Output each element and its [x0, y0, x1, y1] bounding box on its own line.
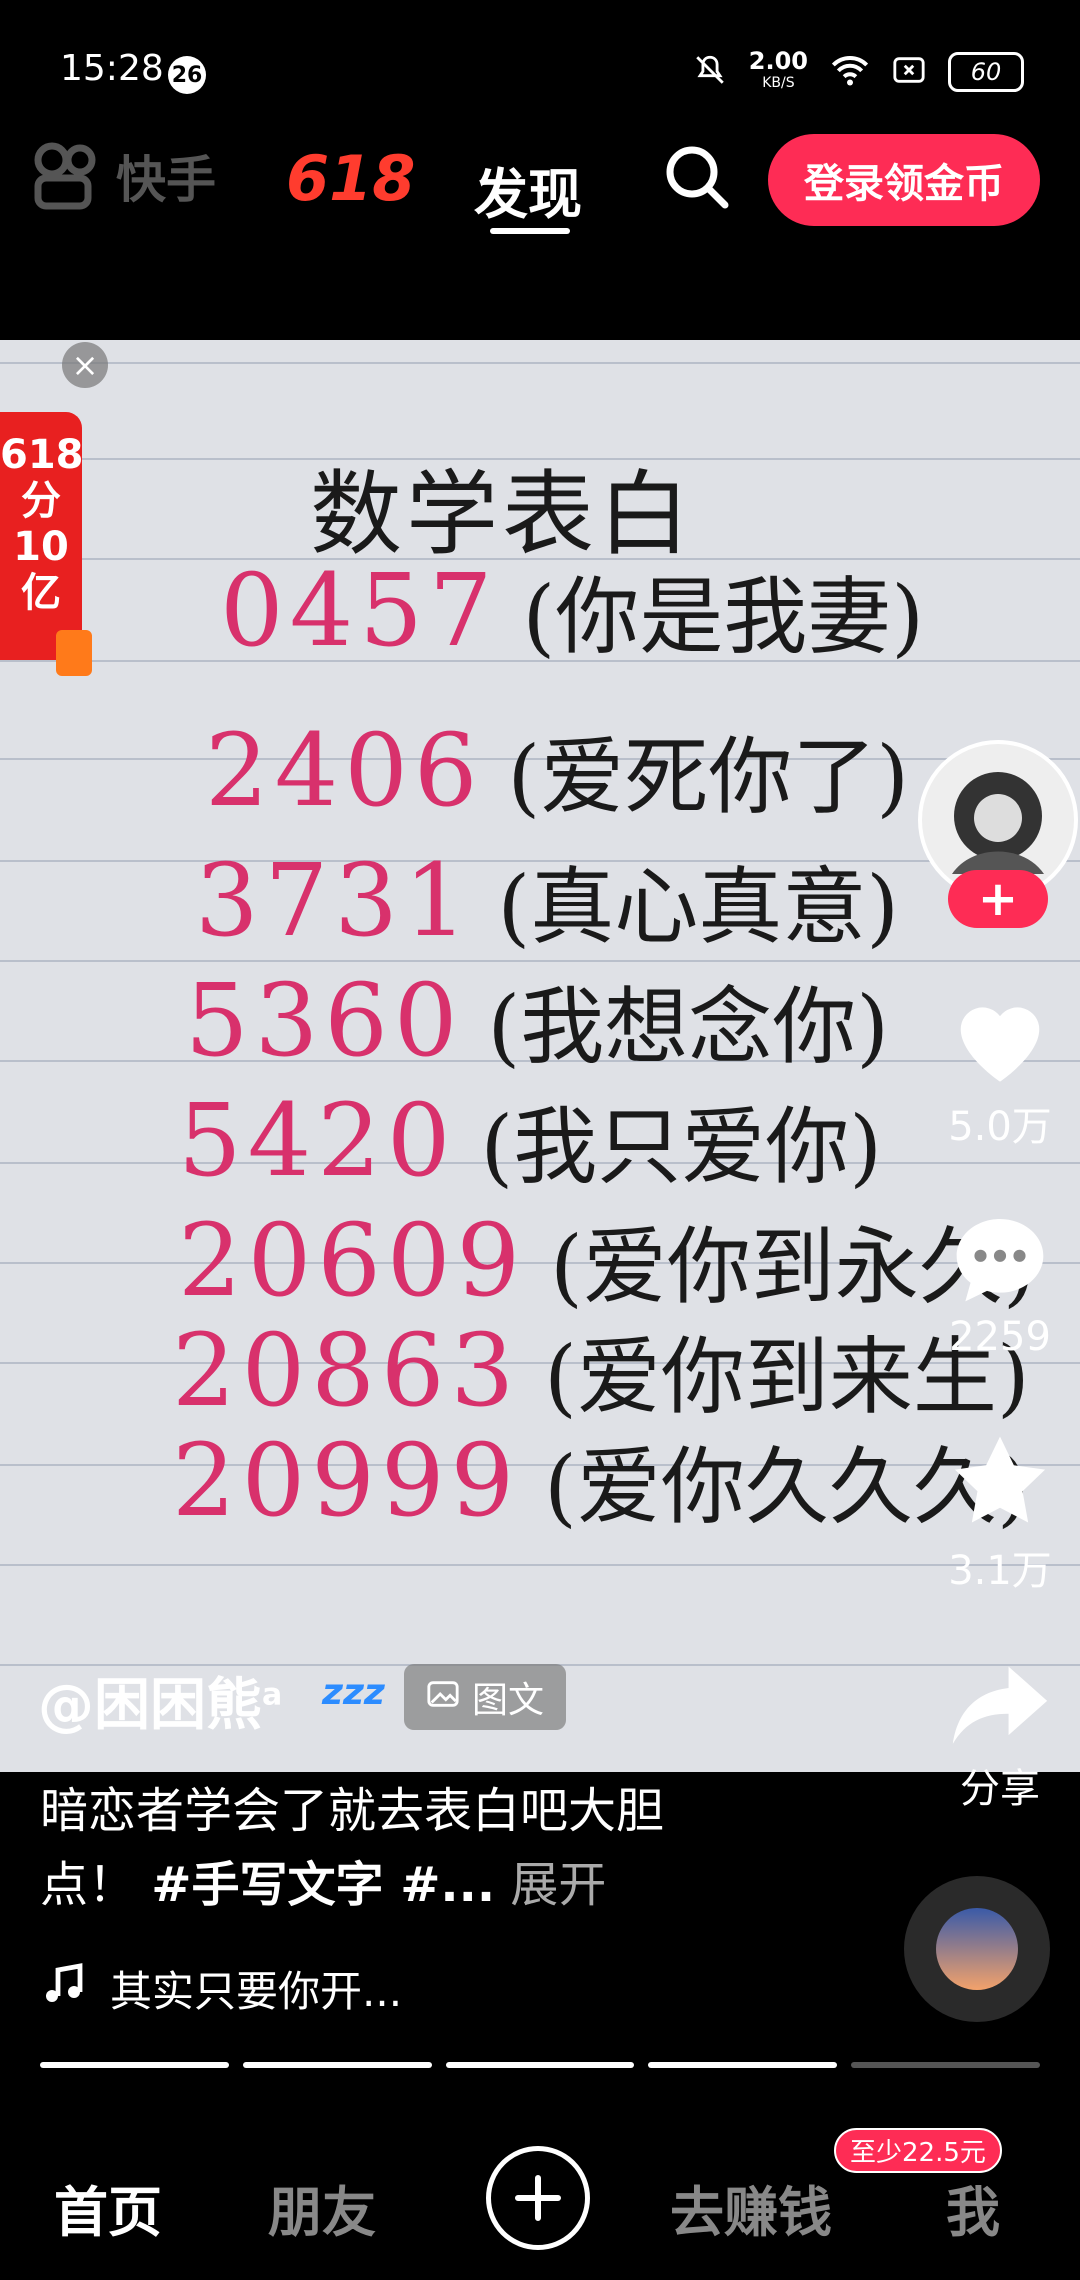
- music-cover-image: [936, 1908, 1018, 1990]
- note-meaning: (你是我妻): [522, 568, 925, 666]
- bell-off-icon: [693, 53, 727, 91]
- note-meaning: (我想念你): [487, 978, 890, 1076]
- caption-hashtags[interactable]: #手写文字 #...: [151, 1857, 495, 1913]
- comment-icon: [948, 1219, 1052, 1310]
- music-title: 其实只要你开...: [110, 1967, 403, 2016]
- nav-friends[interactable]: 朋友: [268, 2168, 376, 2247]
- favorite-count: 3.1万: [948, 1548, 1052, 1594]
- promo-line: 亿: [21, 570, 61, 616]
- top-nav: 快手 618 发现 登录领金币: [0, 120, 1080, 250]
- author-superscript: a: [262, 1677, 283, 1713]
- note-row: 3731 (真心真意): [195, 840, 899, 961]
- image-text-tag[interactable]: 图文: [404, 1664, 567, 1730]
- follow-button[interactable]: +: [948, 870, 1048, 928]
- note-meaning: (真心真意): [497, 858, 900, 956]
- heart-icon: [946, 1007, 1054, 1090]
- red-envelope-icon: [56, 630, 92, 676]
- note-number: 20609: [178, 1202, 527, 1319]
- sleep-zzz-icon: zzz: [322, 1672, 385, 1713]
- nav-earn[interactable]: 去赚钱: [670, 2168, 832, 2247]
- author-handle[interactable]: @困困熊a: [38, 1660, 282, 1741]
- note-row: 5420 (我只爱你): [178, 1080, 882, 1201]
- event-618-badge[interactable]: 618: [286, 142, 415, 215]
- image-text-tag-label: 图文: [472, 1680, 545, 1721]
- nav-me[interactable]: 我: [946, 2168, 1000, 2247]
- tab-active-indicator: [490, 228, 570, 234]
- status-icons: 2.00 KB/S 60: [693, 47, 1024, 94]
- note-row: 5360 (我想念你): [185, 960, 889, 1081]
- expand-link[interactable]: 展开: [510, 1857, 606, 1913]
- paper-line: [0, 362, 1080, 364]
- promo-line: 618: [0, 432, 84, 478]
- close-icon[interactable]: ×: [62, 342, 108, 388]
- net-speed-value: 2.00: [748, 47, 808, 75]
- star-icon: [948, 1436, 1052, 1534]
- note-number: 3731: [195, 842, 474, 959]
- note-row: 2406 (爱死你了): [205, 710, 909, 831]
- note-number: 2406: [205, 712, 484, 829]
- progress-segment: [851, 2062, 1040, 2068]
- kuaishou-logo-icon: [30, 140, 102, 212]
- search-icon[interactable]: [662, 142, 732, 212]
- promo-line: 分: [21, 478, 61, 524]
- battery-icon: 60: [948, 52, 1024, 92]
- share-button[interactable]: 分享: [900, 1658, 1080, 1814]
- note-number: 0457: [220, 552, 499, 669]
- music-note-icon: [40, 1960, 88, 2018]
- notification-count-badge: 26: [168, 56, 206, 94]
- net-speed: 2.00 KB/S: [748, 47, 808, 94]
- note-number: 5420: [178, 1082, 457, 1199]
- music-disc[interactable]: [904, 1876, 1050, 2022]
- comment-count: 2259: [949, 1314, 1051, 1360]
- status-bar: 15:28 26 2.00 KB/S 60: [0, 0, 1080, 120]
- plus-icon: [515, 2175, 561, 2221]
- note-row: 0457 (你是我妻): [220, 550, 924, 671]
- promo-line: 10: [13, 524, 69, 570]
- post-caption[interactable]: 暗恋者学会了就去表白吧大胆点！ #手写文字 #... 展开: [40, 1774, 740, 1922]
- note-number: 5360: [185, 962, 464, 1079]
- progress-segment: [40, 2062, 229, 2068]
- comment-button[interactable]: 2259: [900, 1210, 1080, 1360]
- like-button[interactable]: 5.0万: [900, 990, 1080, 1152]
- bottom-nav: 首页 朋友 去赚钱 我 至少22.5元: [0, 2128, 1080, 2280]
- progress-segment: [242, 2062, 432, 2068]
- app-logo[interactable]: 快手: [30, 140, 216, 212]
- favorite-button[interactable]: 3.1万: [900, 1430, 1080, 1596]
- login-button[interactable]: 登录领金币: [768, 134, 1040, 226]
- progress-segment: [445, 2062, 635, 2068]
- create-post-button[interactable]: [486, 2146, 590, 2250]
- tab-discover[interactable]: 发现: [474, 150, 582, 229]
- sim-off-icon: [892, 55, 926, 89]
- progress-segment: [648, 2062, 838, 2068]
- status-time: 15:28: [60, 48, 164, 89]
- reward-badge: 至少22.5元: [834, 2128, 1002, 2173]
- nav-home[interactable]: 首页: [54, 2168, 162, 2247]
- app-name: 快手: [116, 151, 216, 209]
- note-meaning: (我只爱你): [480, 1098, 883, 1196]
- share-label: 分享: [960, 1766, 1040, 1812]
- music-info[interactable]: 其实只要你开...: [40, 1958, 402, 2019]
- note-number: 20863: [172, 1312, 521, 1429]
- like-count: 5.0万: [948, 1104, 1052, 1150]
- share-icon: [948, 1666, 1052, 1752]
- author-name: @困困熊: [38, 1673, 262, 1738]
- net-speed-unit: KB/S: [762, 75, 795, 91]
- image-icon: [426, 1677, 460, 1718]
- wifi-icon: [830, 53, 870, 91]
- note-number: 20999: [172, 1422, 521, 1539]
- promo-618-banner[interactable]: 618 分 10 亿: [0, 412, 92, 676]
- image-progress: [40, 2062, 1040, 2068]
- note-meaning: (爱死你了): [507, 728, 910, 826]
